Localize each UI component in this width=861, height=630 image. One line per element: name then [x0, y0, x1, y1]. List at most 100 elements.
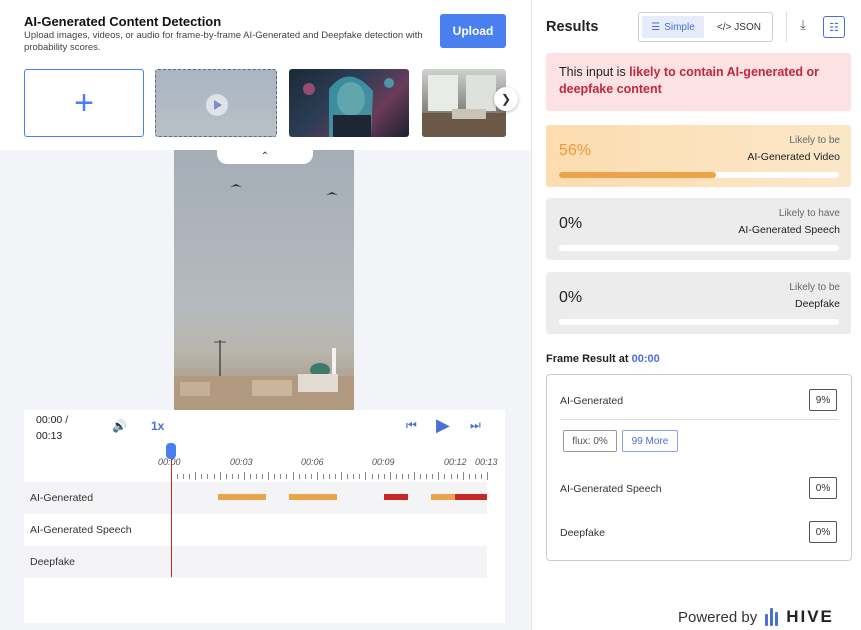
- track-deepfake: Deepfake: [24, 546, 487, 578]
- playhead-line: [171, 450, 172, 577]
- ruler-tick: [322, 474, 324, 479]
- collapse-toggle[interactable]: ⌃: [217, 148, 313, 164]
- ruler-tick: [444, 474, 446, 479]
- track-ai-speech: AI-Generated Speech: [24, 514, 487, 546]
- detection-segment[interactable]: [431, 494, 455, 500]
- ruler-tick: [207, 474, 209, 479]
- upload-header: AI-Generated Content Detection Upload im…: [0, 0, 531, 150]
- ruler-tick: [359, 474, 361, 479]
- ruler-tick: [268, 472, 270, 480]
- frame-result-card: AI-Generated 9% flux: 0% 99 More AI-Gene…: [546, 374, 852, 561]
- upload-button[interactable]: Upload: [440, 14, 506, 48]
- score-value: 0%: [559, 215, 583, 232]
- toggle-simple[interactable]: ☰ Simple: [642, 16, 704, 38]
- sample-image-thumbnail[interactable]: [289, 69, 409, 137]
- toggle-json[interactable]: </> JSON: [709, 16, 769, 38]
- more-models-chip[interactable]: 99 More: [622, 430, 678, 452]
- detection-segment[interactable]: [289, 494, 337, 500]
- ruler-tick: [347, 474, 349, 479]
- ruler-tick: [292, 472, 294, 480]
- score-card-ai-speech: 0% Likely to have AI-Generated Speech: [546, 198, 851, 260]
- detection-segment[interactable]: [455, 494, 487, 500]
- score-bar: [559, 319, 839, 325]
- frame-row-value: 9%: [809, 389, 837, 411]
- ruler-tick: [298, 474, 300, 479]
- score-card-ai-video: 56% Likely to be AI-Generated Video: [546, 125, 851, 187]
- ruler-tick: [316, 472, 318, 480]
- add-media-tile[interactable]: +: [24, 69, 144, 137]
- ruler-tick: [365, 472, 367, 480]
- ruler-tick: [310, 474, 312, 479]
- skip-forward-icon[interactable]: ⏭: [470, 418, 481, 433]
- frame-row-label: AI-Generated Speech: [560, 483, 662, 495]
- ruler-tick: [286, 474, 288, 479]
- video-preview[interactable]: [174, 150, 354, 410]
- ruler-tick: [189, 474, 191, 479]
- ruler-tick: [329, 474, 330, 479]
- plus-icon: +: [74, 84, 94, 122]
- volume-icon[interactable]: 🔊: [112, 419, 127, 433]
- time-display: 00:00 / 00:13: [36, 412, 68, 444]
- playhead-handle[interactable]: [166, 443, 176, 459]
- score-card-deepfake: 0% Likely to be Deepfake: [546, 272, 851, 334]
- score-value: 0%: [559, 289, 583, 306]
- ruler-tick: [395, 474, 397, 479]
- frame-row-label: AI-Generated: [560, 395, 624, 407]
- score-bar-fill: [559, 172, 716, 178]
- detection-segment[interactable]: [218, 494, 266, 500]
- ruler-tick: [377, 474, 379, 479]
- ruler-tick: [414, 472, 416, 480]
- frame-title-text: Frame Result at: [546, 353, 632, 365]
- frame-result-title: Frame Result at 00:00: [546, 353, 660, 365]
- total-time: 00:13: [36, 430, 63, 442]
- chevron-up-icon: ⌃: [260, 150, 270, 162]
- ruler-tick: [201, 474, 203, 479]
- score-value: 56%: [559, 142, 592, 159]
- play-icon[interactable]: ▶: [436, 415, 450, 436]
- ruler-tick: [474, 474, 476, 479]
- download-icon[interactable]: ⤓: [795, 17, 811, 35]
- ruler-tick: [353, 474, 355, 479]
- ruler-tick: [183, 474, 185, 479]
- chevron-right-icon[interactable]: ❯: [494, 87, 518, 111]
- sample-interior-thumbnail[interactable]: [422, 69, 506, 137]
- timeline-player: 00:00 / 00:13 🔊 1x ⏮ ▶ ⏭ 00:00 00:03 00:…: [24, 410, 505, 623]
- selected-video-thumbnail[interactable]: [155, 69, 277, 137]
- ruler-tick: [401, 474, 403, 479]
- ruler-tick: [432, 474, 434, 479]
- verdict-banner: This input is likely to contain AI-gener…: [546, 53, 851, 111]
- score-bar: [559, 172, 839, 178]
- score-label: Deepfake: [795, 298, 840, 310]
- ruler-tick: [219, 472, 221, 480]
- detection-segment[interactable]: [384, 494, 408, 500]
- ruler-tick: [195, 472, 197, 480]
- ruler-tick: [462, 472, 464, 480]
- playback-speed[interactable]: 1x: [151, 419, 164, 433]
- ruler-tick: [383, 474, 385, 479]
- view-toggle: ☰ Simple </> JSON: [638, 12, 773, 42]
- ruler-tick: [213, 474, 215, 479]
- ruler-tick: [262, 474, 264, 479]
- ruler-tick: [280, 474, 282, 479]
- ruler-tick: [487, 472, 488, 480]
- ruler-label: 00:09: [372, 457, 395, 467]
- model-chip[interactable]: flux: 0%: [563, 430, 617, 452]
- score-bar: [559, 245, 839, 251]
- score-sublabel: Likely to be: [789, 135, 840, 146]
- ruler-label: 00:13: [475, 457, 498, 467]
- player-controls: 00:00 / 00:13 🔊 1x ⏮ ▶ ⏭: [24, 410, 505, 442]
- left-pane: AI-Generated Content Detection Upload im…: [0, 0, 531, 630]
- powered-by-label: Powered by: [678, 608, 758, 626]
- divider: [560, 419, 838, 420]
- ruler-tick: [335, 474, 337, 479]
- powered-by: Powered by HIVE: [678, 607, 834, 627]
- page-subtitle: Upload images, videos, or audio for fram…: [24, 30, 423, 53]
- ruler-tick: [225, 474, 227, 479]
- ruler-tick: [450, 474, 452, 479]
- score-label: AI-Generated Video: [747, 151, 840, 163]
- layout-icon[interactable]: ☷: [823, 16, 845, 38]
- frame-row-value: 0%: [809, 521, 837, 543]
- play-icon: [206, 94, 228, 116]
- skip-back-icon[interactable]: ⏮: [406, 418, 417, 433]
- track-label: Deepfake: [30, 556, 75, 568]
